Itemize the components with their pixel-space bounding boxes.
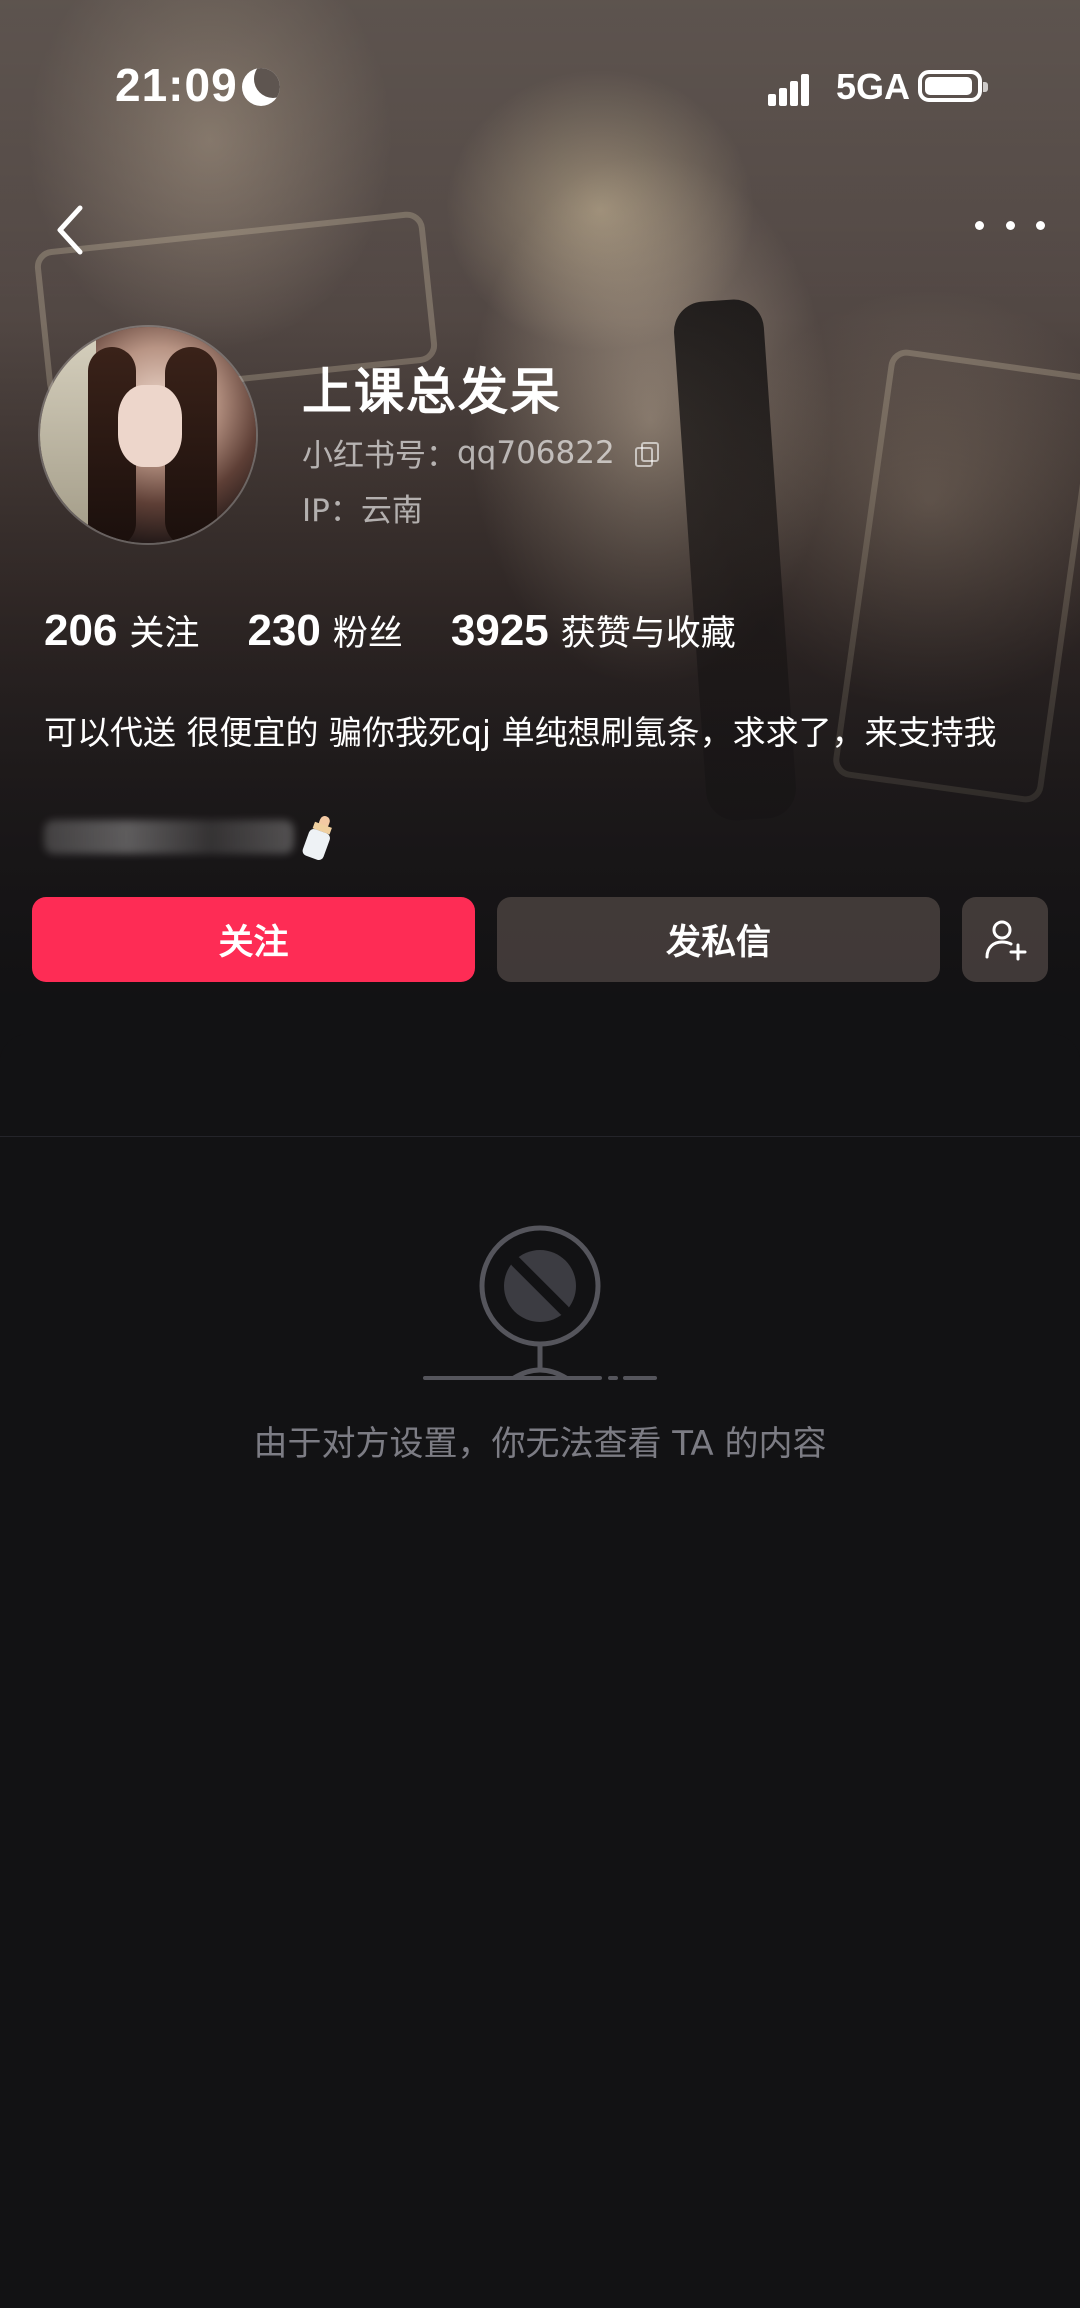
- stat-value: 3925: [450, 606, 549, 655]
- red-id-label: 小红书号：: [302, 438, 457, 474]
- moon-icon: [242, 68, 280, 106]
- stat-label: 获赞与收藏: [560, 614, 736, 654]
- ellipsis-icon: [975, 220, 984, 230]
- add-friend-button[interactable]: [962, 897, 1048, 982]
- signal-icon: [768, 74, 809, 106]
- more-options-button[interactable]: [975, 200, 1045, 250]
- follow-button[interactable]: 关注: [32, 897, 475, 982]
- stat-likes-collects[interactable]: 3925 获赞与收藏: [451, 605, 736, 656]
- back-button[interactable]: [40, 195, 100, 265]
- send-message-button[interactable]: 发私信: [497, 897, 940, 982]
- red-id-row[interactable]: 小红书号： qq706822: [302, 430, 659, 475]
- divider: [0, 1136, 1080, 1137]
- blurred-content: [44, 820, 294, 854]
- ip-value: 云南: [360, 493, 423, 529]
- stat-label: 关注: [129, 614, 200, 654]
- bio-extra-line: [44, 814, 334, 862]
- status-bar: 21:09 5GA: [0, 0, 1080, 180]
- copy-icon[interactable]: [634, 441, 659, 467]
- profile-stats: 206 关注 230 粉丝 3925 获赞与收藏: [44, 605, 784, 656]
- username: 上课总发呆: [302, 363, 562, 421]
- stat-label: 粉丝: [332, 614, 403, 654]
- network-label: 5GA: [836, 66, 911, 107]
- stat-followers[interactable]: 230 粉丝: [247, 605, 402, 656]
- ip-location: IP：云南: [302, 485, 423, 530]
- chevron-left-icon: [57, 205, 83, 255]
- avatar[interactable]: [40, 327, 256, 543]
- blocked-icon: [423, 1225, 657, 1381]
- red-id-value: qq706822: [457, 434, 615, 471]
- stat-value: 206: [44, 606, 118, 655]
- profile-bio: 可以代送 很便宜的 骗你我死qj 单纯想刷氪条，求求了，来支持我: [44, 713, 997, 752]
- battery-icon: [918, 70, 988, 102]
- person-plus-icon: [985, 920, 1027, 961]
- content-panel: 由于对方设置，你无法查看 TA 的内容: [0, 1034, 1080, 2308]
- profile-page: 21:09 5GA 上课总发呆 小红书号： qq706822 IP：云南 206…: [0, 0, 1080, 2308]
- empty-state-message: 由于对方设置，你无法查看 TA 的内容: [253, 1424, 827, 1464]
- stat-following[interactable]: 206 关注: [44, 605, 199, 656]
- stat-value: 230: [247, 606, 321, 655]
- status-time: 21:09: [115, 59, 238, 111]
- ip-label: IP：: [302, 493, 361, 529]
